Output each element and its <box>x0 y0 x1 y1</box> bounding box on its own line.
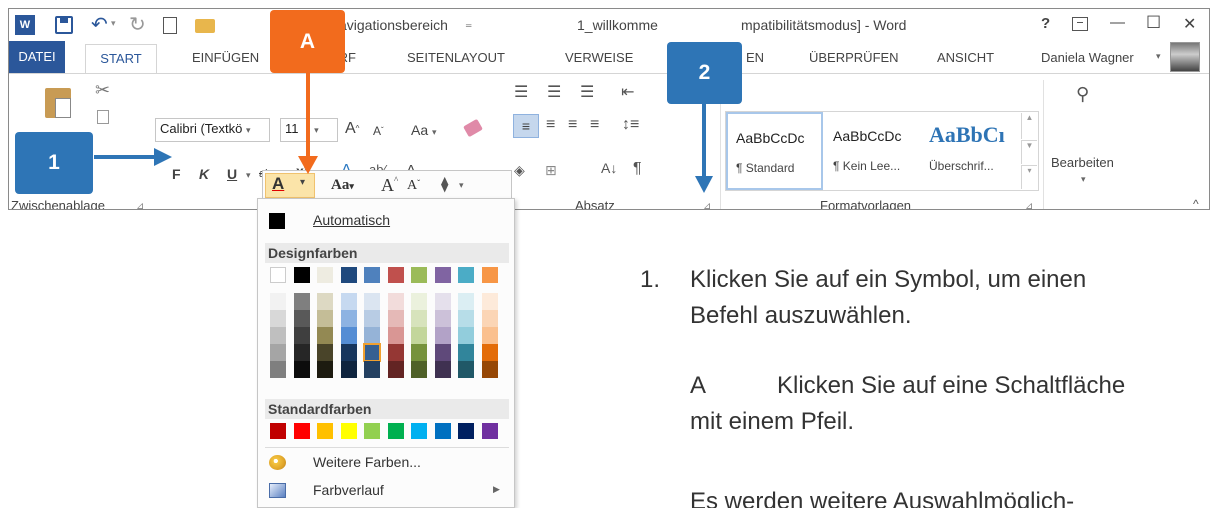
callout-1: 1 <box>15 132 93 194</box>
arrow-1-head <box>154 148 172 166</box>
callout-a-label: A <box>299 30 316 53</box>
callout-2-label: 2 <box>698 61 711 84</box>
step-a-line-2: mit einem Pfeil. <box>690 408 855 435</box>
step-1-line-2: Befehl auszuwählen. <box>690 302 912 329</box>
step-a-more: Es werden weitere Auswahlmöglich- <box>690 488 1075 508</box>
callout-arrows <box>94 55 713 193</box>
step-1-line-1: Klicken Sie auf ein Symbol, um einen <box>690 266 1087 293</box>
arrow-2-head <box>695 176 713 193</box>
step-a-line-1: Klicken Sie auf eine Schaltfläche <box>777 372 1126 399</box>
arrow-a-head <box>298 156 318 174</box>
callout-a: A <box>270 10 345 73</box>
step-a-letter: A <box>690 372 707 399</box>
callout-1-label: 1 <box>48 151 60 174</box>
callout-2: 2 <box>667 42 742 104</box>
step-1-number: 1. <box>640 266 661 293</box>
